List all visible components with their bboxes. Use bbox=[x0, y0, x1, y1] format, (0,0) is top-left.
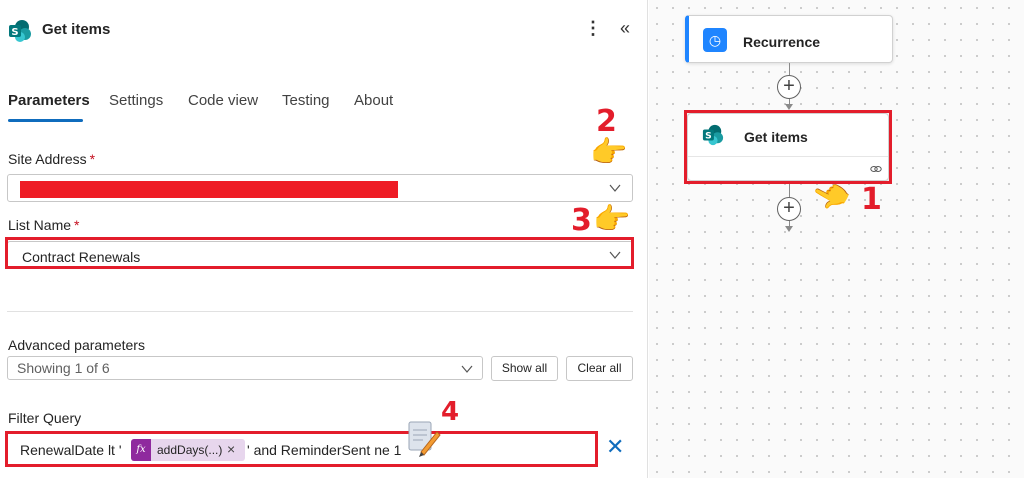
site-address-label: Site Address * bbox=[8, 151, 96, 167]
sharepoint-icon: S bbox=[9, 20, 31, 42]
annotation-number-3: 3 bbox=[571, 203, 592, 238]
tab-testing[interactable]: Testing bbox=[282, 92, 330, 109]
clear-filter-icon[interactable]: ✕ bbox=[606, 434, 624, 460]
site-address-dropdown[interactable] bbox=[7, 174, 633, 202]
panel-title: Get items bbox=[42, 21, 111, 38]
get-items-highlight bbox=[684, 110, 892, 184]
tab-code-view[interactable]: Code view bbox=[188, 92, 258, 109]
clock-icon: ◷ bbox=[703, 28, 727, 52]
connector-line bbox=[789, 184, 790, 197]
advanced-selected-value: Showing 1 of 6 bbox=[17, 360, 110, 376]
filter-query-label: Filter Query bbox=[8, 410, 82, 426]
more-options-icon[interactable]: ⋮ bbox=[584, 18, 602, 39]
arrow-down-icon bbox=[785, 226, 793, 232]
tab-parameters[interactable]: Parameters bbox=[8, 92, 90, 109]
advanced-parameters-select[interactable]: Showing 1 of 6 bbox=[7, 356, 483, 380]
chevron-down-icon bbox=[609, 184, 621, 192]
section-divider bbox=[7, 311, 633, 312]
clear-all-button[interactable]: Clear all bbox=[566, 356, 633, 381]
parameters-panel: S Get items ⋮ « Parameters Settings Code… bbox=[0, 0, 648, 478]
advanced-parameters-label: Advanced parameters bbox=[8, 337, 145, 353]
connector-line bbox=[789, 63, 790, 75]
add-step-button[interactable]: + bbox=[777, 75, 801, 99]
active-tab-indicator bbox=[8, 119, 83, 122]
collapse-panel-icon[interactable]: « bbox=[620, 18, 630, 39]
show-all-button[interactable]: Show all bbox=[491, 356, 558, 381]
chevron-down-icon bbox=[461, 365, 473, 373]
list-name-highlight bbox=[5, 237, 634, 269]
add-step-button[interactable]: + bbox=[777, 197, 801, 221]
list-name-label: List Name * bbox=[8, 217, 80, 233]
recurrence-title: Recurrence bbox=[743, 34, 821, 50]
annotation-number-4: 4 bbox=[441, 397, 460, 427]
pencil-note-icon bbox=[408, 421, 441, 457]
tab-settings[interactable]: Settings bbox=[109, 92, 163, 109]
svg-text:S: S bbox=[11, 27, 18, 38]
recurrence-card[interactable]: ◷ Recurrence bbox=[685, 15, 893, 63]
pointing-hand-icon: 👉 bbox=[593, 203, 631, 236]
redacted-value bbox=[20, 181, 398, 198]
flow-canvas: ◷ Recurrence + S Get items + 👆 1 bbox=[649, 0, 1024, 478]
pointing-hand-icon: 👉 bbox=[590, 136, 628, 169]
annotation-number-1: 1 bbox=[861, 182, 882, 217]
filter-query-highlight bbox=[5, 431, 598, 467]
annotation-number-2: 2 bbox=[596, 104, 617, 139]
tab-about[interactable]: About bbox=[354, 92, 393, 109]
